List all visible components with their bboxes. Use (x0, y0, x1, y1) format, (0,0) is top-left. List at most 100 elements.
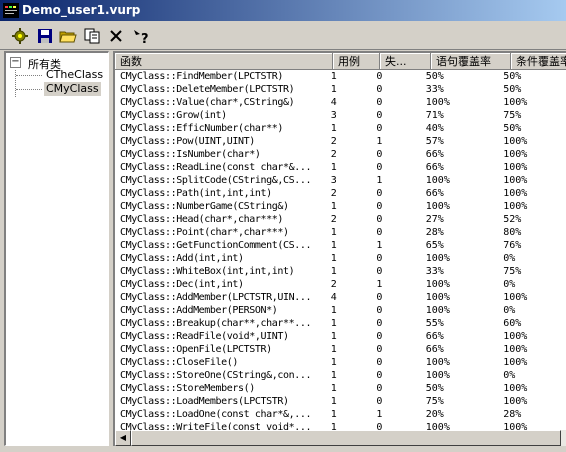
failed-cell: 0 (376, 305, 383, 316)
copy-icon (84, 28, 100, 44)
column-header-function[interactable]: 函数 (115, 53, 333, 70)
failed-cell: 0 (376, 149, 383, 160)
cases-cell: 4 (330, 292, 337, 303)
function-cell: CMyClass::StoreMembers() (120, 383, 255, 394)
table-row[interactable]: CMyClass::LoadMembers(LPCTSTR) 1 0 75% 100% (115, 395, 566, 408)
function-cell: CMyClass::Head(char*,char***) (120, 214, 283, 225)
table-row[interactable]: CMyClass::StoreOne(CString&,con... 1 0 100%… (115, 369, 566, 382)
table-row[interactable]: CMyClass::CloseFile() 1 0 100% 100% (115, 356, 566, 369)
failed-cell: 0 (376, 422, 383, 430)
scroll-left-icon[interactable]: ◀ (115, 430, 131, 446)
condition-coverage-cell: 100% (503, 383, 528, 394)
table-row[interactable]: CMyClass::Grow(int) 3 0 71% 75% (115, 109, 566, 122)
function-cell: CMyClass::WhiteBox(int,int,int) (120, 266, 295, 277)
statement-coverage-cell: 66% (425, 162, 444, 173)
help-button[interactable]: ? (129, 25, 151, 47)
condition-coverage-cell: 100% (503, 357, 528, 368)
table-row[interactable]: CMyClass::WhiteBox(int,int,int) 1 0 33% 75% (115, 265, 566, 278)
table-row[interactable]: CMyClass::ReadLine(const char*&... 1 0 66% 1… (115, 161, 566, 174)
table-row[interactable]: CMyClass::Head(char*,char***) 2 0 27% 52% (115, 213, 566, 226)
floppy-icon (38, 29, 52, 43)
function-cell: CMyClass::IsNumber(char*) (120, 149, 261, 160)
column-header-statement-coverage[interactable]: 语句覆盖率 (431, 53, 511, 70)
cases-cell: 1 (330, 396, 337, 407)
failed-cell: 0 (376, 201, 383, 212)
statement-coverage-cell: 33% (425, 84, 444, 95)
function-cell: CMyClass::LoadMembers(LPCTSTR) (120, 396, 289, 407)
table-row[interactable]: CMyClass::LoadOne(const char*&,... 1 1 20% 2… (115, 408, 566, 421)
table-row[interactable]: CMyClass::OpenFile(LPCTSTR) 1 0 66% 100% (115, 343, 566, 356)
title-bar[interactable]: Demo_user1.vurp (0, 0, 566, 21)
table-row[interactable]: CMyClass::Breakup(char**,char**... 1 0 55% 6… (115, 317, 566, 330)
statement-coverage-cell: 55% (425, 318, 444, 329)
table-row[interactable]: CMyClass::Pow(UINT,UINT) 2 1 57% 100% (115, 135, 566, 148)
save-button[interactable] (34, 25, 56, 47)
function-cell: CMyClass::ReadLine(const char*&... (120, 162, 312, 173)
function-cell: CMyClass::NumberGame(CString&) (120, 201, 289, 212)
condition-coverage-cell: 100% (503, 331, 528, 342)
class-tree[interactable]: − 所有类 CTheClass CMyClass (4, 51, 109, 446)
cases-cell: 2 (330, 214, 337, 225)
open-button[interactable] (57, 25, 79, 47)
settings-button[interactable] (9, 25, 31, 47)
table-row[interactable]: CMyClass::DeleteMember(LPCTSTR) 1 0 33% 50% (115, 83, 566, 96)
table-row[interactable]: CMyClass::Point(char*,char***) 1 0 28% 80% (115, 226, 566, 239)
table-row[interactable]: CMyClass::SplitCode(CString&,CS... 3 1 100%… (115, 174, 566, 187)
table-row[interactable]: CMyClass::EfficNumber(char**) 1 0 40% 50% (115, 122, 566, 135)
failed-cell: 0 (376, 214, 383, 225)
statement-coverage-cell: 100% (425, 370, 450, 381)
table-row[interactable]: CMyClass::Dec(int,int) 2 1 100% 0% (115, 278, 566, 291)
table-row[interactable]: CMyClass::Value(char*,CString&) 4 0 100% 100… (115, 96, 566, 109)
cases-cell: 2 (330, 279, 337, 290)
table-row[interactable]: CMyClass::AddMember(LPCTSTR,UIN... 4 0 100%… (115, 291, 566, 304)
column-header-cases[interactable]: 用例 (333, 53, 380, 70)
failed-cell: 0 (376, 162, 383, 173)
failed-cell: 0 (376, 253, 383, 264)
statement-coverage-cell: 100% (425, 97, 450, 108)
table-row[interactable]: CMyClass::WriteFile(const void*... 1 0 100%… (115, 421, 566, 430)
column-header-condition-coverage[interactable]: 条件覆盖率 (511, 53, 566, 70)
tree-item-ctheclass[interactable]: CTheClass (44, 68, 105, 82)
delete-button[interactable] (105, 25, 127, 47)
cases-cell: 4 (330, 97, 337, 108)
statement-coverage-cell: 71% (425, 110, 444, 121)
table-row[interactable]: CMyClass::NumberGame(CString&) 1 0 100% 100% (115, 200, 566, 213)
window-title: Demo_user1.vurp (22, 3, 141, 17)
statement-coverage-cell: 50% (425, 71, 444, 82)
table-row[interactable]: CMyClass::Path(int,int,int) 2 0 66% 100% (115, 187, 566, 200)
column-header-failed[interactable]: 失... (380, 53, 431, 70)
tree-connector (16, 75, 42, 76)
table-row[interactable]: CMyClass::AddMember(PERSON*) 1 0 100% 0% (115, 304, 566, 317)
cases-cell: 1 (330, 331, 337, 342)
cases-cell: 1 (330, 253, 337, 264)
horizontal-scrollbar[interactable]: ◀ (115, 430, 566, 446)
cases-cell: 1 (330, 201, 337, 212)
tree-item-cmyclass[interactable]: CMyClass (44, 82, 101, 96)
function-cell: CMyClass::FindMember(LPCTSTR) (120, 71, 283, 82)
table-row[interactable]: CMyClass::StoreMembers() 1 0 50% 100% (115, 382, 566, 395)
statement-coverage-cell: 100% (425, 279, 450, 290)
condition-coverage-cell: 50% (503, 84, 522, 95)
table-row[interactable]: CMyClass::GetFunctionComment(CS... 1 1 65% 7… (115, 239, 566, 252)
table-row[interactable]: CMyClass::IsNumber(char*) 2 0 66% 100% (115, 148, 566, 161)
table-row[interactable]: CMyClass::FindMember(LPCTSTR) 1 0 50% 50% (115, 70, 566, 83)
function-cell: CMyClass::Point(char*,char***) (120, 227, 289, 238)
statement-coverage-cell: 28% (425, 227, 444, 238)
condition-coverage-cell: 0% (503, 279, 516, 290)
copy-button[interactable] (81, 25, 103, 47)
condition-coverage-cell: 80% (503, 227, 522, 238)
function-cell: CMyClass::Path(int,int,int) (120, 188, 272, 199)
cases-cell: 1 (330, 422, 337, 430)
table-row[interactable]: CMyClass::ReadFile(void*,UINT) 1 0 66% 100% (115, 330, 566, 343)
close-icon (110, 30, 122, 42)
cases-cell: 1 (330, 305, 337, 316)
function-coverage-list[interactable]: 函数 用例 失... 语句覆盖率 条件覆盖率 CMyClass::FindMem… (113, 51, 566, 446)
collapse-icon[interactable]: − (10, 57, 21, 68)
scrollbar-thumb[interactable] (131, 430, 561, 446)
table-row[interactable]: CMyClass::Add(int,int) 1 0 100% 0% (115, 252, 566, 265)
statement-coverage-cell: 100% (425, 175, 450, 186)
cases-cell: 1 (330, 383, 337, 394)
function-cell: CMyClass::Add(int,int) (120, 253, 244, 264)
gear-icon (12, 28, 28, 44)
failed-cell: 1 (376, 175, 383, 186)
